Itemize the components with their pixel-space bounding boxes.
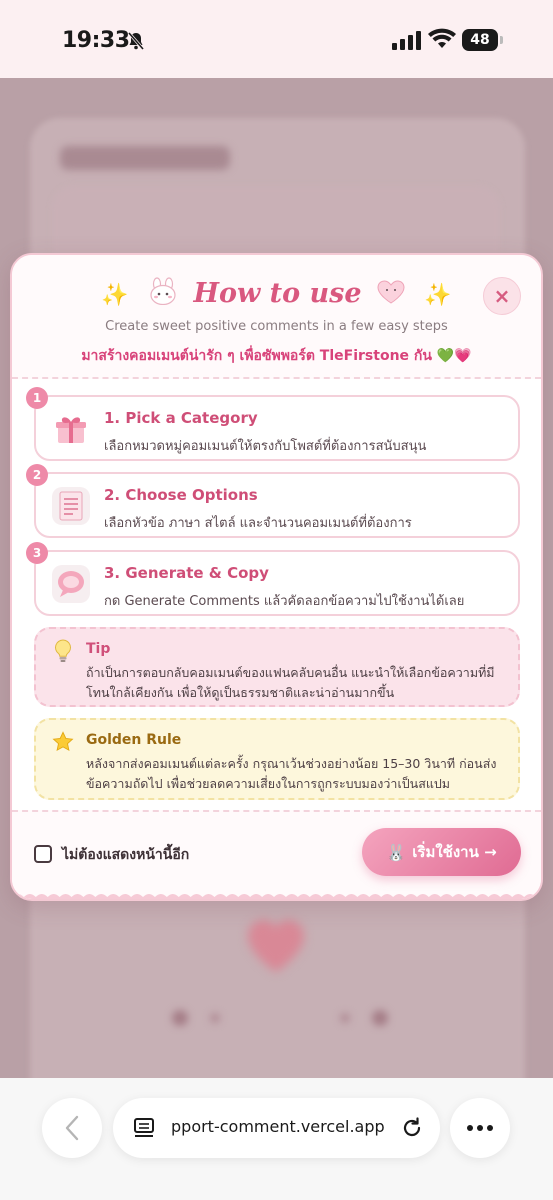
step-number-badge: 2 [26, 464, 48, 486]
step-card-2: 2 2. Choose Options เลือกหัวข้อ ภาษา สไต… [26, 464, 520, 538]
step-description: กด Generate Comments แล้วคัดลอกข้อความไป… [104, 594, 465, 609]
start-button[interactable]: 🐰 เริ่มใช้งาน → [362, 828, 521, 876]
step-description: เลือกหัวข้อ ภาษา สไตล์ และจำนวนคอมเมนต์ท… [104, 516, 412, 531]
page-menu-icon[interactable] [133, 1117, 155, 1139]
dont-show-again-checkbox[interactable] [34, 845, 52, 863]
reload-icon[interactable] [399, 1115, 425, 1141]
step-title: 2. Choose Options [104, 486, 258, 504]
step-number-badge: 1 [26, 387, 48, 409]
gift-icon [52, 410, 90, 448]
modal-title-row: ✨ How to use ✨ [12, 277, 541, 309]
speech-bubble-icon [52, 565, 90, 603]
url-text[interactable]: pport-comment.vercel.app [171, 1117, 385, 1136]
modal-subtitle: Create sweet positive comments in a few … [105, 319, 448, 334]
lightbulb-icon [55, 639, 71, 662]
status-time: 19:33 [62, 28, 130, 53]
star-icon [52, 731, 74, 752]
more-button[interactable] [450, 1098, 510, 1158]
sparkles-icon: ✨ [101, 282, 129, 308]
bunny-icon: 🐰 [386, 842, 407, 862]
ellipsis-icon [467, 1125, 493, 1131]
background-title [60, 146, 230, 170]
dont-show-again-label[interactable]: ไม่ต้องแสดงหน้านี้อีก [62, 844, 189, 866]
golden-rule-text: หลังจากส่งคอมเมนต์แต่ละครั้ง กรุณาเว้นช่… [86, 756, 497, 791]
sparkles-icon: ✨ [424, 282, 452, 308]
tip-text: ถ้าเป็นการตอบกลับคอมเมนต์ของแฟนคลับคนอื่… [86, 665, 495, 700]
browser-toolbar: pport-comment.vercel.app [0, 1078, 553, 1200]
golden-rule-title: Golden Rule [86, 732, 182, 748]
tip-title: Tip [86, 641, 111, 657]
tip-box: Tip ถ้าเป็นการตอบกลับคอมเมนต์ของแฟนคลับค… [34, 627, 520, 707]
chevron-left-icon [65, 1115, 79, 1141]
heart-face-icon [377, 280, 405, 304]
step-number-badge: 3 [26, 542, 48, 564]
how-to-use-modal: ✨ How to use ✨ × Create sweet positive c… [10, 253, 543, 901]
notepad-icon [52, 487, 90, 525]
step-title: 3. Generate & Copy [104, 564, 269, 582]
close-button[interactable]: × [483, 277, 521, 315]
wifi-icon [428, 28, 456, 48]
modal-footer: ไม่ต้องแสดงหน้านี้อีก 🐰 เริ่มใช้งาน → [12, 810, 541, 899]
scallop-border [12, 894, 541, 899]
bunny-icon [150, 277, 176, 306]
step-title: 1. Pick a Category [104, 409, 258, 427]
heart-icon [248, 920, 304, 972]
modal-title: How to use [193, 278, 362, 309]
back-button[interactable] [42, 1098, 102, 1158]
step-card-3: 3 3. Generate & Copy กด Generate Comment… [26, 542, 520, 616]
status-bar: 19:33 48 [0, 0, 553, 78]
modal-thai-subtitle: มาสร้างคอมเมนต์น่ารัก ๆ เพื่อซัพพอร์ต Tl… [81, 348, 472, 364]
bell-muted-icon [127, 32, 145, 50]
start-button-label: เริ่มใช้งาน → [412, 843, 497, 861]
signal-icon [392, 31, 421, 50]
address-bar[interactable]: pport-comment.vercel.app [113, 1098, 440, 1158]
golden-rule-box: Golden Rule หลังจากส่งคอมเมนต์แต่ละครั้ง… [34, 718, 520, 800]
battery-indicator: 48 [462, 29, 503, 51]
background-dots [172, 1010, 388, 1026]
step-card-1: 1 1. Pick a Category เลือกหมวดหมู่คอมเมน… [26, 387, 520, 461]
modal-header: ✨ How to use ✨ × Create sweet positive c… [12, 255, 541, 379]
step-description: เลือกหมวดหมู่คอมเมนต์ให้ตรงกับโพสต์ที่ต้… [104, 439, 427, 454]
